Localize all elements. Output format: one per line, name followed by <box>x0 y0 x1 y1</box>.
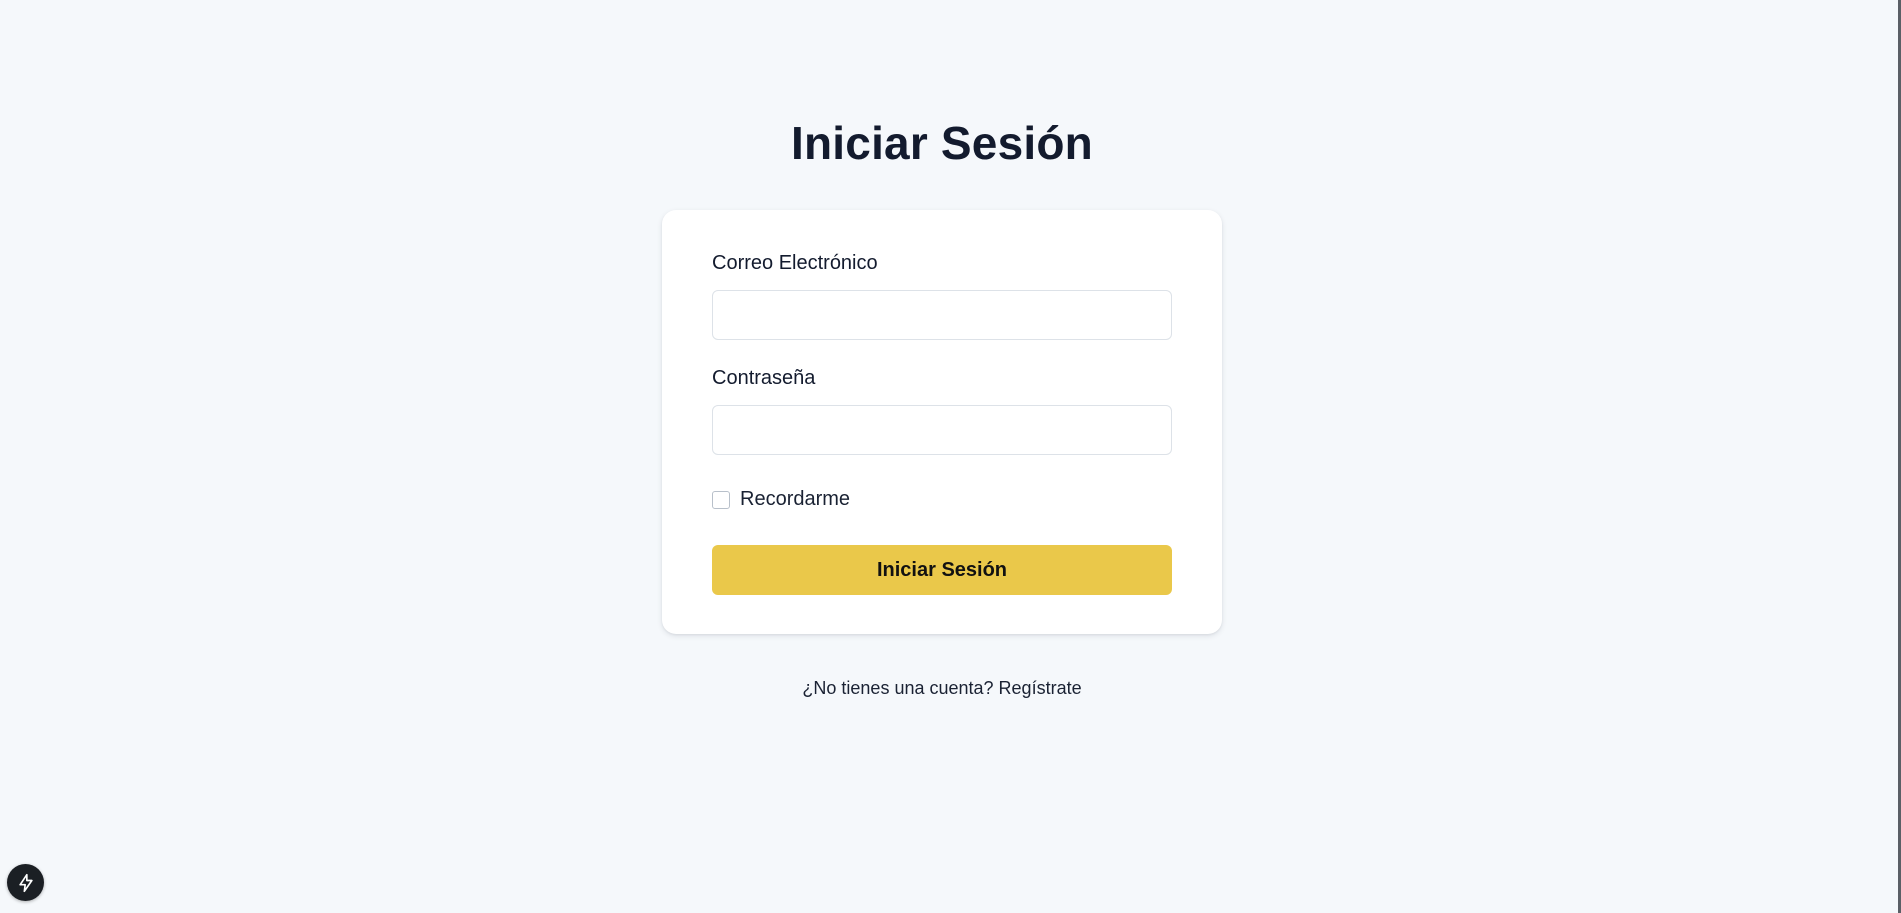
password-field[interactable] <box>712 405 1172 455</box>
register-link[interactable]: Regístrate <box>999 678 1082 698</box>
register-prompt-text: ¿No tienes una cuenta? <box>802 678 999 698</box>
email-field[interactable] <box>712 290 1172 340</box>
remember-row[interactable]: Recordarme <box>712 488 850 511</box>
password-label: Contraseña <box>712 367 816 389</box>
lightning-bolt-icon <box>18 873 33 892</box>
remember-checkbox[interactable] <box>712 490 730 509</box>
register-prompt: ¿No tienes una cuenta? Regístrate <box>0 678 1884 699</box>
login-button[interactable]: Iniciar Sesión <box>712 545 1172 595</box>
remember-label[interactable]: Recordarme <box>740 488 850 511</box>
page-title: Iniciar Sesión <box>791 117 1093 169</box>
login-card: Correo Electrónico Contraseña Recordarme… <box>662 210 1222 634</box>
dev-tools-button[interactable] <box>7 864 44 901</box>
email-label: Correo Electrónico <box>712 252 878 274</box>
